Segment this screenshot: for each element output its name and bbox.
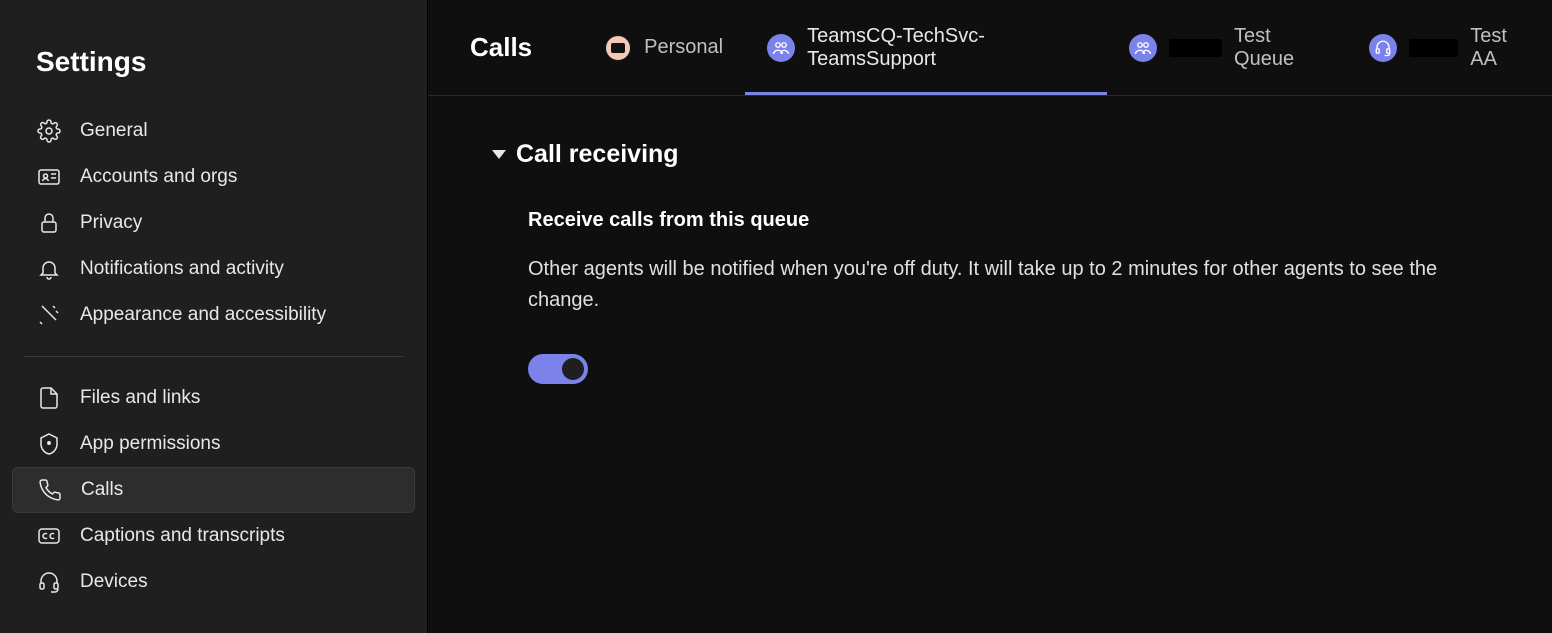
gear-icon (36, 118, 62, 144)
section-title: Call receiving (516, 140, 679, 169)
main-pane: Calls Personal TeamsCQ-TechSvc-TeamsSupp… (428, 0, 1552, 633)
nav-item-accounts[interactable]: Accounts and orgs (12, 154, 415, 200)
tab-label: Test Queue (1234, 25, 1325, 71)
settings-sidebar: Settings General Accounts and orgs Priva… (0, 0, 428, 633)
headset-icon (1369, 34, 1397, 62)
page-title: Calls (470, 32, 532, 63)
nav-item-privacy[interactable]: Privacy (12, 200, 415, 246)
redacted-text (1169, 39, 1222, 57)
nav-item-general[interactable]: General (12, 108, 415, 154)
nav-item-label: Accounts and orgs (80, 166, 237, 188)
id-card-icon (36, 164, 62, 190)
personal-avatar-icon (604, 34, 632, 62)
phone-icon (37, 477, 63, 503)
receive-calls-toggle[interactable] (528, 354, 588, 384)
calls-topbar: Calls Personal TeamsCQ-TechSvc-TeamsSupp… (428, 0, 1552, 96)
headset-icon (36, 569, 62, 595)
nav-item-label: Appearance and accessibility (80, 304, 326, 326)
nav-item-app-permissions[interactable]: App permissions (12, 421, 415, 467)
redacted-text (1409, 39, 1458, 57)
nav-item-appearance[interactable]: Appearance and accessibility (12, 292, 415, 338)
nav-item-files[interactable]: Files and links (12, 375, 415, 421)
setting-description: Other agents will be notified when you'r… (528, 254, 1488, 316)
nav-group-2: Files and links App permissions Calls Ca… (0, 375, 427, 605)
nav-item-label: General (80, 120, 148, 142)
lock-icon (36, 210, 62, 236)
bell-icon (36, 256, 62, 282)
nav-group-1: General Accounts and orgs Privacy Notifi… (0, 108, 427, 338)
nav-divider (24, 356, 403, 357)
section-call-receiving-header[interactable]: Call receiving (492, 140, 1488, 169)
settings-title: Settings (0, 28, 427, 108)
file-icon (36, 385, 62, 411)
tab-label: Personal (644, 36, 723, 59)
nav-item-label: Devices (80, 571, 148, 593)
shield-icon (36, 431, 62, 457)
nav-item-label: Privacy (80, 212, 142, 234)
setting-receive-calls: Receive calls from this queue Other agen… (492, 209, 1488, 384)
tab-test-queue[interactable]: Test Queue (1107, 0, 1347, 95)
people-icon (1129, 34, 1157, 62)
chevron-down-icon (492, 150, 506, 159)
nav-item-label: Files and links (80, 387, 200, 409)
people-icon (767, 34, 795, 62)
nav-item-label: Notifications and activity (80, 258, 284, 280)
setting-title: Receive calls from this queue (528, 209, 1488, 232)
nav-item-captions[interactable]: Captions and transcripts (12, 513, 415, 559)
tab-personal[interactable]: Personal (582, 0, 745, 95)
nav-item-calls[interactable]: Calls (12, 467, 415, 513)
tab-teams-support-queue[interactable]: TeamsCQ-TechSvc-TeamsSupport (745, 0, 1107, 95)
tab-label: TeamsCQ-TechSvc-TeamsSupport (807, 25, 1085, 71)
calls-content: Call receiving Receive calls from this q… (428, 96, 1552, 633)
nav-item-notifications[interactable]: Notifications and activity (12, 246, 415, 292)
cc-icon (36, 523, 62, 549)
toggle-knob (562, 358, 584, 380)
nav-item-label: Calls (81, 479, 123, 501)
nav-item-label: Captions and transcripts (80, 525, 285, 547)
nav-item-devices[interactable]: Devices (12, 559, 415, 605)
nav-item-label: App permissions (80, 433, 220, 455)
tab-test-aa[interactable]: Test AA (1347, 0, 1552, 95)
tab-label: Test AA (1470, 25, 1530, 71)
sparkle-icon (36, 302, 62, 328)
